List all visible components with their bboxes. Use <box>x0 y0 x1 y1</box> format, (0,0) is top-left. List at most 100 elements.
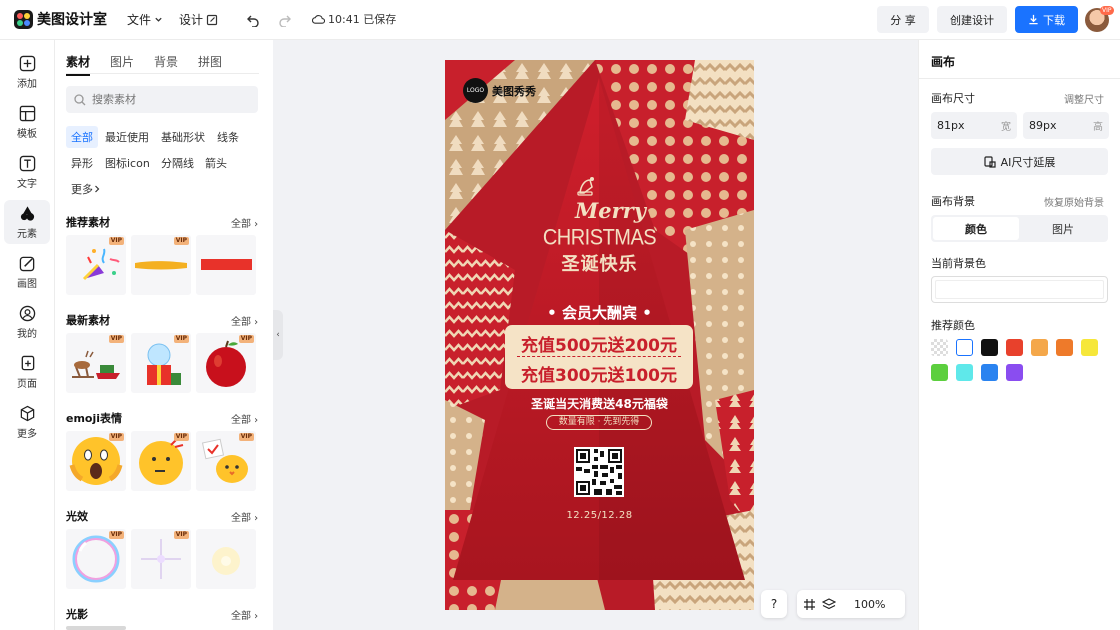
seg-image[interactable]: 图片 <box>1020 217 1106 240</box>
asset-thumb-red-bar[interactable] <box>196 235 256 295</box>
chip-irregular[interactable]: 异形 <box>66 152 98 174</box>
recommended-label: 推荐颜色 <box>931 319 975 332</box>
asset-thumb-yellow-stroke[interactable]: VIP <box>131 235 191 295</box>
vip-tag: VIP <box>173 237 189 245</box>
see-all-link[interactable]: 全部 › <box>231 607 258 622</box>
poster-offer-box: 充值500元送200元 充值300元送100元 <box>505 325 693 389</box>
asset-thumb-emoji-shocked[interactable]: VIP <box>66 431 126 491</box>
chip-lines[interactable]: 线条 <box>212 126 244 148</box>
nav-item-more[interactable]: 更多 <box>4 400 50 444</box>
download-button[interactable]: 下载 <box>1015 6 1078 33</box>
restore-bg-link[interactable]: 恢复原始背景 <box>1044 194 1104 209</box>
undo-button[interactable] <box>243 10 263 30</box>
current-bg-swatch[interactable] <box>931 276 1108 303</box>
nav-item-page[interactable]: 页面 <box>4 350 50 394</box>
top-bar: 美图设计室 文件 设计 10:41 已保存 分 享 创建设计 下载 VIP <box>0 0 1120 40</box>
zoom-level[interactable]: 100% <box>854 598 885 611</box>
section-title: 光效 <box>66 510 88 523</box>
save-status: 10:41 已保存 <box>312 11 396 27</box>
nav-item-mine[interactable]: 我的 <box>4 300 50 344</box>
nav-item-add[interactable]: 添加 <box>4 50 50 94</box>
nav-item-draw[interactable]: 画图 <box>4 250 50 294</box>
color-swatch[interactable] <box>981 339 998 356</box>
section-title: emoji表情 <box>66 412 123 425</box>
nav-label: 页面 <box>17 378 37 390</box>
color-swatch[interactable] <box>931 364 948 381</box>
nav-item-text[interactable]: 文字 <box>4 150 50 194</box>
canvas-bg-label: 画布背景 <box>931 195 975 208</box>
qr-code-image <box>574 447 624 497</box>
search-box[interactable] <box>66 86 258 113</box>
width-field[interactable]: 81px 宽 <box>931 112 1017 139</box>
height-unit: 高 <box>1093 122 1103 133</box>
asset-thumb-apple[interactable]: VIP <box>196 333 256 393</box>
poster-limited-pill: 数量有限 · 先到先得 <box>546 415 652 430</box>
share-button[interactable]: 分 享 <box>877 6 929 33</box>
nav-item-template[interactable]: 模板 <box>4 100 50 144</box>
asset-thumb-bubble[interactable]: VIP <box>66 529 126 589</box>
nav-label: 模板 <box>17 128 37 140</box>
asset-thumb-snowglobe[interactable]: VIP <box>131 333 191 393</box>
asset-thumb-glow[interactable] <box>196 529 256 589</box>
chip-icons[interactable]: 图标icon <box>100 152 155 174</box>
app-logo[interactable]: 美图设计室 <box>14 9 107 29</box>
poster-cn-title: 圣诞快乐 <box>561 254 638 275</box>
collapse-panel-button[interactable]: ‹ <box>273 310 283 360</box>
chip-basic-shapes[interactable]: 基础形状 <box>156 126 210 148</box>
poster-script-text: Merry <box>575 198 646 223</box>
chip-recent[interactable]: 最近使用 <box>100 126 154 148</box>
redo-button[interactable] <box>275 10 295 30</box>
color-swatch[interactable] <box>1031 339 1048 356</box>
seg-color[interactable]: 颜色 <box>933 217 1019 240</box>
chip-all[interactable]: 全部 <box>66 126 98 148</box>
properties-panel: 画布 画布尺寸 调整尺寸 81px 宽 89px 高 AI尺寸延展 画布背景 恢… <box>918 40 1120 630</box>
vip-tag: VIP <box>173 335 189 343</box>
poster-canvas[interactable]: LOGO 美图秀秀 Merry CHRISTMAS 圣诞快乐 • 会员大酬宾 •… <box>445 60 754 610</box>
ai-extend-button[interactable]: AI尺寸延展 <box>931 148 1108 175</box>
height-field[interactable]: 89px 高 <box>1023 112 1109 139</box>
current-bg-label: 当前背景色 <box>931 257 986 270</box>
color-swatch[interactable] <box>931 339 948 356</box>
undo-icon <box>247 15 259 27</box>
asset-thumb-party-popper[interactable]: VIP <box>66 235 126 295</box>
color-swatch[interactable] <box>981 364 998 381</box>
member-event-text: 会员大酬宾 <box>561 304 637 322</box>
see-all-link[interactable]: 全部 › <box>231 215 258 230</box>
layers-icon[interactable] <box>822 597 836 611</box>
grid-icon[interactable] <box>803 598 816 611</box>
help-button[interactable]: ? <box>761 590 787 618</box>
color-swatch[interactable] <box>1056 339 1073 356</box>
chevron-down-icon <box>155 17 162 22</box>
color-swatch[interactable] <box>956 364 973 381</box>
nav-label: 我的 <box>17 328 37 340</box>
asset-thumb-emoji-thinking[interactable]: VIP <box>131 431 191 491</box>
poster-member-event: • 会员大酬宾 • <box>547 304 652 322</box>
search-input[interactable] <box>92 93 242 106</box>
chip-more[interactable]: 更多 <box>66 178 106 200</box>
width-value: 81px <box>937 119 965 132</box>
tab-divider <box>66 73 259 74</box>
file-menu[interactable]: 文件 <box>127 11 163 28</box>
see-all-link[interactable]: 全部 › <box>231 509 258 524</box>
create-design-button[interactable]: 创建设计 <box>937 6 1007 33</box>
color-swatch[interactable] <box>956 339 973 356</box>
asset-thumb-emoji-chick[interactable]: VIP <box>196 431 256 491</box>
asset-thumb-sleigh[interactable]: VIP <box>66 333 126 393</box>
design-menu[interactable]: 设计 <box>179 11 218 28</box>
color-swatch[interactable] <box>1006 339 1023 356</box>
vip-tag: VIP <box>173 433 189 441</box>
create-design-label: 创建设计 <box>950 13 994 27</box>
color-swatch[interactable] <box>1006 364 1023 381</box>
vip-tag: VIP <box>238 433 254 441</box>
zoom-toolbar: 100% <box>797 590 905 618</box>
see-all-link[interactable]: 全部 › <box>231 411 258 426</box>
chip-more-label: 更多 <box>71 183 93 196</box>
see-all-link[interactable]: 全部 › <box>231 313 258 328</box>
nav-item-elements[interactable]: 元素 <box>4 200 50 244</box>
asset-thumb-partial[interactable] <box>66 626 126 630</box>
chip-arrows[interactable]: 箭头 <box>200 152 232 174</box>
adjust-size-link[interactable]: 调整尺寸 <box>1064 91 1104 106</box>
asset-thumb-sparkle[interactable]: VIP <box>131 529 191 589</box>
chip-dividers[interactable]: 分隔线 <box>156 152 199 174</box>
color-swatch[interactable] <box>1081 339 1098 356</box>
